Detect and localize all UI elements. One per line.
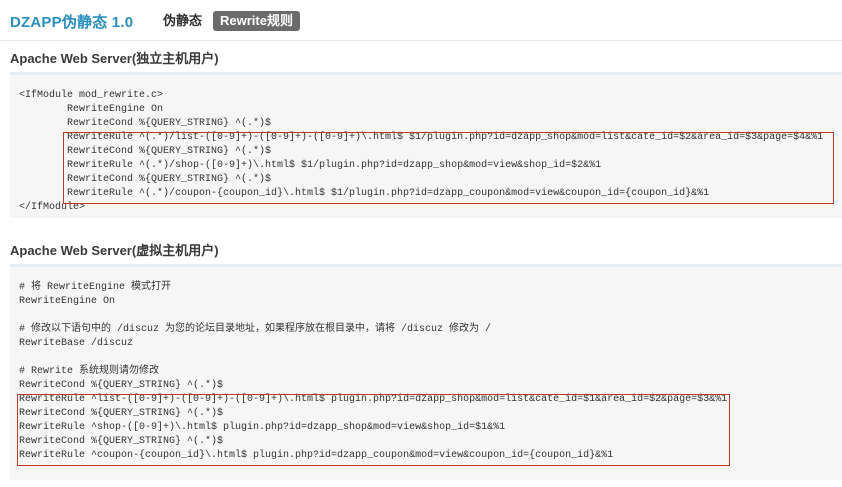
code-line: # Rewrite 系统规则请勿修改	[19, 366, 160, 377]
code-block-dedicated-host: <IfModule mod_rewrite.c> RewriteEngine O…	[10, 72, 842, 218]
code-line: RewriteCond %{QUERY_STRING} ^(.*)$	[19, 408, 224, 419]
code-block-virtual-host: # 将 RewriteEngine 模式打开 RewriteEngine On …	[10, 264, 842, 480]
code-line: RewriteEngine On	[19, 296, 116, 307]
code-line: RewriteRule ^(.*)/shop-([0-9]+)\.html$ $…	[67, 160, 602, 171]
code-line: RewriteRule ^(.*)/list-([0-9]+)-([0-9]+)…	[67, 132, 824, 143]
code-line: RewriteCond %{QUERY_STRING} ^(.*)$	[67, 174, 272, 185]
code-line: # 修改以下语句中的 /discuz 为您的论坛目录地址，如果程序放在根目录中，…	[19, 324, 492, 335]
code-line: RewriteRule ^list-([0-9]+)-([0-9]+)-([0-…	[19, 394, 728, 405]
section-title-dedicated-host: Apache Web Server(独立主机用户)	[10, 51, 219, 66]
code-line: RewriteCond %{QUERY_STRING} ^(.*)$	[19, 380, 224, 391]
code-line: RewriteCond %{QUERY_STRING} ^(.*)$	[67, 146, 272, 157]
code-line: </IfModule>	[19, 202, 86, 213]
code-line: RewriteCond %{QUERY_STRING} ^(.*)$	[67, 118, 272, 129]
code-line: RewriteRule ^coupon-{coupon_id}\.html$ p…	[19, 450, 614, 461]
code-line: RewriteRule ^(.*)/coupon-{coupon_id}\.ht…	[67, 188, 710, 199]
code-line: # 将 RewriteEngine 模式打开	[19, 282, 172, 293]
code-line: RewriteEngine On	[67, 104, 164, 115]
code-line: <IfModule mod_rewrite.c>	[19, 90, 164, 101]
tab-pseudo-static[interactable]: 伪静态	[163, 11, 202, 31]
code-line: RewriteRule ^shop-([0-9]+)\.html$ plugin…	[19, 422, 506, 433]
code-line: RewriteCond %{QUERY_STRING} ^(.*)$	[19, 436, 224, 447]
section-title-virtual-host: Apache Web Server(虚拟主机用户)	[10, 243, 219, 258]
header-bar: DZAPP伪静态 1.0 伪静态 Rewrite规则	[0, 0, 842, 41]
tab-rewrite-rules[interactable]: Rewrite规则	[213, 11, 300, 31]
code-line: RewriteBase /discuz	[19, 338, 134, 349]
app-title: DZAPP伪静态 1.0	[10, 14, 134, 31]
